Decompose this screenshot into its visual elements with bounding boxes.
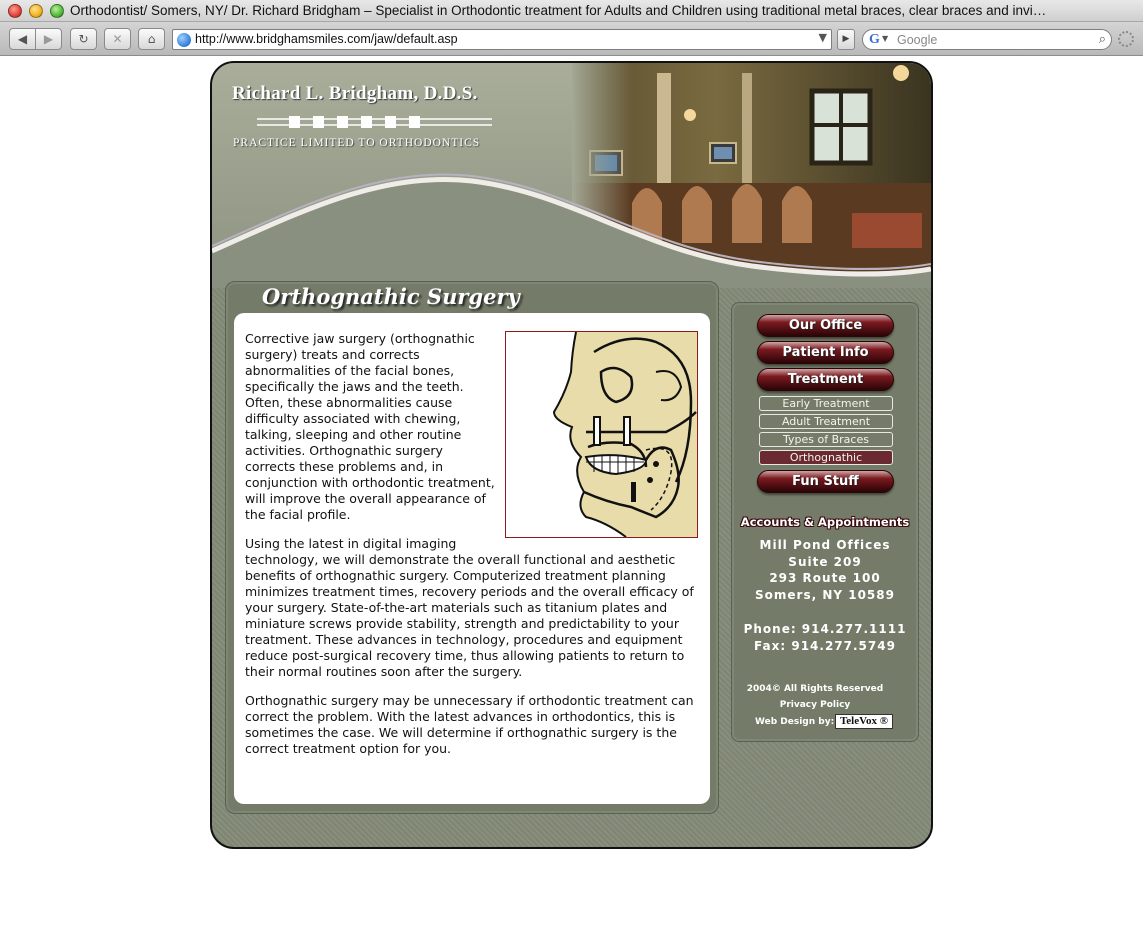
content-panel: Orthognathic Surgery Corrective jaw surg… [225,281,719,814]
practice-name: Richard L. Bridgham, D.D.S. [232,83,478,104]
content-paragraph: Using the latest in digital imaging tech… [245,536,694,679]
page-frame: Richard L. Bridgham, D.D.S. PRACTICE LIM… [210,61,933,849]
search-icon[interactable]: ⌕ [1099,32,1106,47]
fax-number: Fax: 914.277.5749 [754,639,896,653]
nav-sub-orthognathic[interactable]: Orthognathic [759,450,893,465]
forward-button[interactable]: ▶ [35,28,62,50]
nav-sub-adult-treatment[interactable]: Adult Treatment [759,414,893,429]
nav-fun-stuff-button[interactable]: Fun Stuff [757,470,894,493]
web-design-label: Web Design by: [755,717,835,727]
window-title: Orthodontist/ Somers, NY/ Dr. Richard Br… [70,3,1047,18]
stop-button[interactable]: ✕ [104,28,131,50]
window-title-bar: Orthodontist/ Somers, NY/ Dr. Richard Br… [0,0,1143,22]
jaw-surgery-illustration [505,331,698,538]
search-field[interactable]: G ▼ Google ⌕ [862,29,1112,50]
accounts-heading: Accounts & Appointments [740,515,910,529]
address-line: Mill Pond Offices [759,538,891,552]
back-button[interactable]: ◀ [9,28,36,50]
address-line: Suite 209 [788,555,862,569]
address-line: Somers, NY 10589 [755,588,895,602]
snapback-button[interactable]: ▶ [837,29,855,50]
nav-sub-early-treatment[interactable]: Early Treatment [759,396,893,411]
url-text[interactable]: http://www.bridghamsmiles.com/jaw/defaul… [195,32,458,46]
page-title: Orthognathic Surgery [262,284,520,309]
chevron-down-icon[interactable]: ▼ [819,31,827,44]
browser-toolbar: ◀ ▶ ↻ ✕ ⌂ http://www.bridghamsmiles.com/… [0,22,1143,56]
home-button[interactable]: ⌂ [138,28,165,50]
address-bar[interactable]: http://www.bridghamsmiles.com/jaw/defaul… [172,29,832,50]
chevron-down-icon[interactable]: ▼ [882,34,888,43]
reload-button[interactable]: ↻ [70,28,97,50]
nav-patient-info-button[interactable]: Patient Info [757,341,894,364]
nav-our-office-button[interactable]: Our Office [757,314,894,337]
nav-panel: Our Office Patient Info Treatment Early … [731,302,919,742]
practice-tagline: PRACTICE LIMITED TO ORTHODONTICS [233,137,481,149]
address-line: 293 Route 100 [769,571,881,585]
search-input[interactable]: Google [897,33,937,47]
site-header: Richard L. Bridgham, D.D.S. PRACTICE LIM… [212,63,931,288]
phone-number: Phone: 914.277.1111 [743,622,907,636]
nav-sub-types-of-braces[interactable]: Types of Braces [759,432,893,447]
nav-treatment-button[interactable]: Treatment [757,368,894,391]
close-window-button[interactable] [8,4,22,18]
privacy-policy-link[interactable]: Privacy Policy [732,700,898,710]
zoom-window-button[interactable] [50,4,64,18]
copyright-text: 2004© All Rights Reserved [746,684,884,694]
google-icon: G [869,32,880,47]
globe-icon [177,33,191,47]
loading-spinner-icon [1118,31,1134,47]
content-body: Corrective jaw surgery (orthognathic sur… [234,313,710,804]
televox-logo[interactable]: TeleVox ® [835,714,893,729]
minimize-window-button[interactable] [29,4,43,18]
content-paragraph: Orthognathic surgery may be unnecessary … [245,693,694,756]
